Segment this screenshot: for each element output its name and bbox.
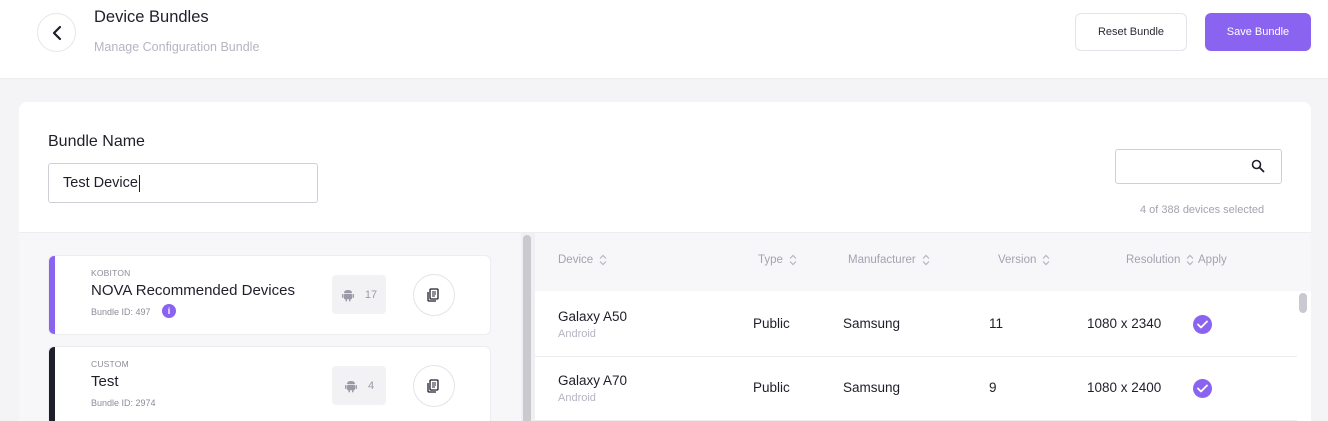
- device-count: 4: [367, 379, 375, 392]
- bundle-editor-card: Bundle Name Test Device 4 of 388 devices…: [19, 102, 1311, 421]
- table-row[interactable]: Galaxy A50 Android Public Samsung 11 108…: [535, 293, 1297, 357]
- device-resolution: 1080 x 2340: [1087, 316, 1162, 331]
- selected-count-text: 4 of 388 devices selected: [1140, 204, 1265, 216]
- bundle-card-test[interactable]: CUSTOM Test Bundle ID: 2974 4: [48, 346, 491, 421]
- column-label: Apply: [1198, 254, 1227, 266]
- column-label: Device: [558, 254, 594, 266]
- sort-icon: [1186, 254, 1194, 266]
- android-icon: [341, 289, 354, 301]
- device-table: Device Type Manufacturer Version Resolut…: [535, 233, 1311, 421]
- bundle-card-nova[interactable]: KOBITON NOVA Recommended Devices Bundle …: [48, 255, 491, 335]
- apply-checkbox[interactable]: [1193, 379, 1212, 398]
- apply-checkbox[interactable]: [1193, 315, 1212, 334]
- bundle-devices-button[interactable]: [413, 274, 455, 316]
- page-header: Device Bundles Manage Configuration Bund…: [0, 0, 1328, 79]
- column-label: Type: [758, 254, 783, 266]
- column-header-device[interactable]: Device: [558, 254, 607, 266]
- column-label: Resolution: [1126, 254, 1181, 266]
- device-count: 17: [364, 288, 378, 301]
- column-header-version[interactable]: Version: [998, 254, 1050, 266]
- device-name: Galaxy A70: [558, 373, 628, 388]
- device-version: 9: [989, 380, 997, 395]
- table-header: Device Type Manufacturer Version Resolut…: [535, 233, 1311, 291]
- check-icon: [1197, 384, 1208, 393]
- column-label: Manufacturer: [848, 254, 916, 266]
- sort-icon: [922, 254, 930, 266]
- page-title: Device Bundles: [94, 8, 209, 26]
- device-type: Public: [753, 316, 790, 331]
- column-label: Version: [998, 254, 1037, 266]
- column-header-manufacturer[interactable]: Manufacturer: [848, 254, 930, 266]
- device-platform: Android: [558, 328, 596, 340]
- sort-icon: [1042, 254, 1050, 266]
- column-header-type[interactable]: Type: [758, 254, 797, 266]
- bundle-id: Bundle ID: 497: [91, 307, 151, 317]
- info-icon[interactable]: i: [162, 304, 176, 318]
- column-header-resolution[interactable]: Resolution: [1126, 254, 1194, 266]
- device-manufacturer: Samsung: [843, 380, 901, 395]
- device-search-input[interactable]: [1115, 149, 1282, 184]
- device-manufacturer: Samsung: [843, 316, 901, 331]
- check-icon: [1197, 320, 1208, 329]
- reset-bundle-button[interactable]: Reset Bundle: [1075, 13, 1187, 51]
- device-count-badge: 17: [332, 275, 386, 314]
- device-count-badge: 4: [332, 366, 386, 405]
- bundle-kind: KOBITON: [91, 268, 131, 278]
- search-icon: [1251, 159, 1265, 173]
- chevron-left-icon: [52, 25, 61, 40]
- text-caret: [138, 174, 140, 192]
- device-stack-icon: [427, 288, 439, 302]
- device-version: 11: [989, 316, 1004, 331]
- device-resolution: 1080 x 2400: [1087, 380, 1162, 395]
- back-button[interactable]: [37, 13, 76, 52]
- bundle-name-value: Test Device: [63, 175, 138, 191]
- bundle-name-input[interactable]: Test Device: [48, 163, 318, 203]
- bundle-list-scrollbar[interactable]: [523, 235, 531, 421]
- bundle-accent-bar: [49, 347, 55, 421]
- android-icon: [344, 380, 357, 392]
- bundle-accent-bar: [49, 256, 55, 334]
- device-type: Public: [753, 380, 790, 395]
- bundle-name: Test: [91, 373, 119, 390]
- column-header-apply: Apply: [1198, 254, 1227, 266]
- bundle-list: KOBITON NOVA Recommended Devices Bundle …: [19, 233, 521, 421]
- device-name: Galaxy A50: [558, 309, 628, 324]
- device-stack-icon: [427, 379, 439, 393]
- bundle-id: Bundle ID: 2974: [91, 398, 156, 408]
- table-row[interactable]: Galaxy A70 Android Public Samsung 9 1080…: [535, 357, 1297, 421]
- bundle-name: NOVA Recommended Devices: [91, 282, 295, 299]
- sort-icon: [599, 254, 607, 266]
- bundle-kind: CUSTOM: [91, 359, 129, 369]
- device-table-scrollbar[interactable]: [1299, 293, 1307, 313]
- bundle-devices-button[interactable]: [413, 365, 455, 407]
- save-bundle-button[interactable]: Save Bundle: [1205, 13, 1311, 51]
- sort-icon: [789, 254, 797, 266]
- bundle-name-label: Bundle Name: [48, 133, 145, 150]
- page-subtitle: Manage Configuration Bundle: [94, 40, 260, 54]
- device-platform: Android: [558, 392, 596, 404]
